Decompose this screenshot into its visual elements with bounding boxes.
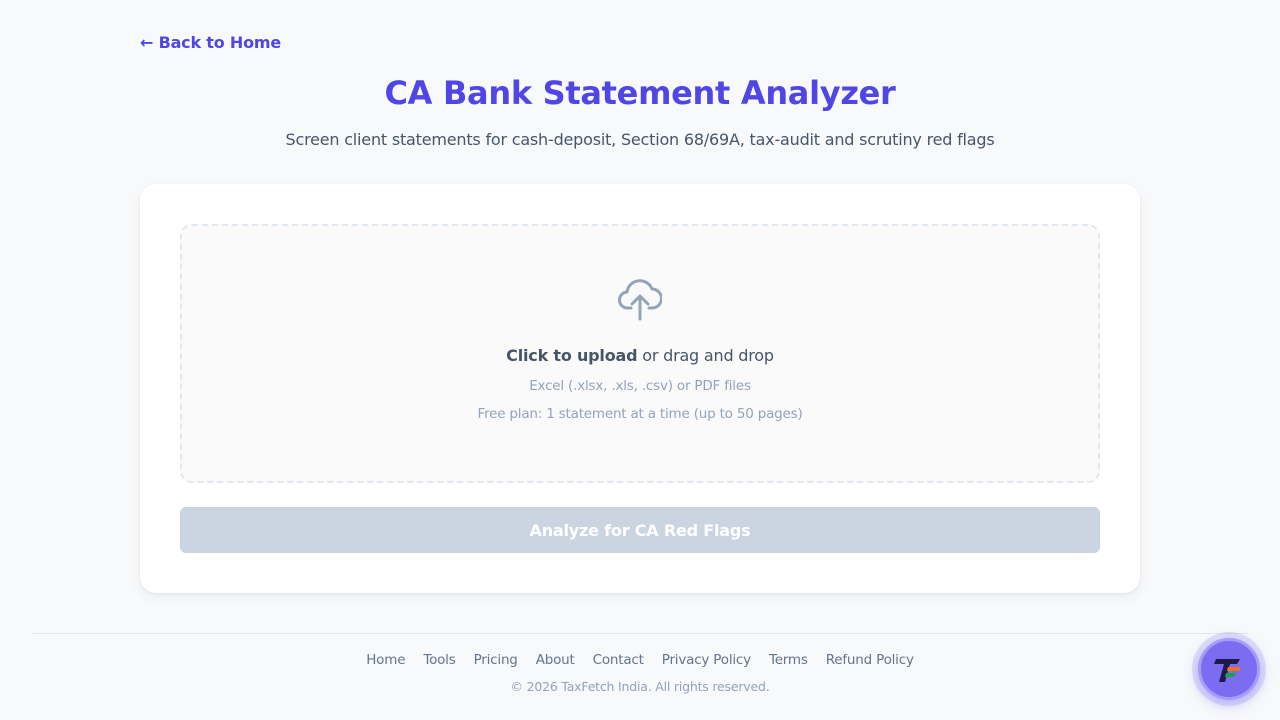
footer-link-about[interactable]: About — [536, 652, 575, 668]
file-dropzone[interactable]: Click to upload or drag and drop Excel (… — [180, 224, 1100, 483]
footer-link-home[interactable]: Home — [366, 652, 405, 668]
footer-link-privacy-policy[interactable]: Privacy Policy — [662, 652, 751, 668]
footer-link-terms[interactable]: Terms — [769, 652, 808, 668]
upload-instruction: Click to upload or drag and drop — [182, 346, 1098, 365]
chat-launcher-button[interactable] — [1198, 638, 1260, 700]
analyze-button[interactable]: Analyze for CA Red Flags — [180, 507, 1100, 553]
footer-link-contact[interactable]: Contact — [593, 652, 644, 668]
copyright-text: © 2026 TaxFetch India. All rights reserv… — [510, 679, 770, 694]
back-to-home-link[interactable]: ← Back to Home — [140, 33, 281, 52]
footer-nav: Home Tools Pricing About Contact Privacy… — [0, 652, 1280, 668]
upload-card: Click to upload or drag and drop Excel (… — [140, 184, 1140, 593]
footer-link-refund-policy[interactable]: Refund Policy — [826, 652, 914, 668]
plan-limit-text: Free plan: 1 statement at a time (up to … — [477, 406, 803, 422]
cloud-upload-icon — [618, 274, 663, 322]
drag-drop-text: or drag and drop — [637, 346, 774, 365]
click-to-upload-text[interactable]: Click to upload — [506, 346, 637, 365]
footer-link-tools[interactable]: Tools — [423, 652, 455, 668]
supported-formats-text: Excel (.xlsx, .xls, .csv) or PDF files — [529, 378, 751, 394]
footer-link-pricing[interactable]: Pricing — [474, 652, 518, 668]
page-title: CA Bank Statement Analyzer — [384, 74, 896, 112]
footer-divider — [32, 633, 1248, 634]
page: ← Back to Home CA Bank Statement Analyze… — [0, 0, 1280, 720]
taxfetch-logo-icon — [1214, 659, 1241, 682]
page-subtitle: Screen client statements for cash-deposi… — [285, 130, 995, 149]
